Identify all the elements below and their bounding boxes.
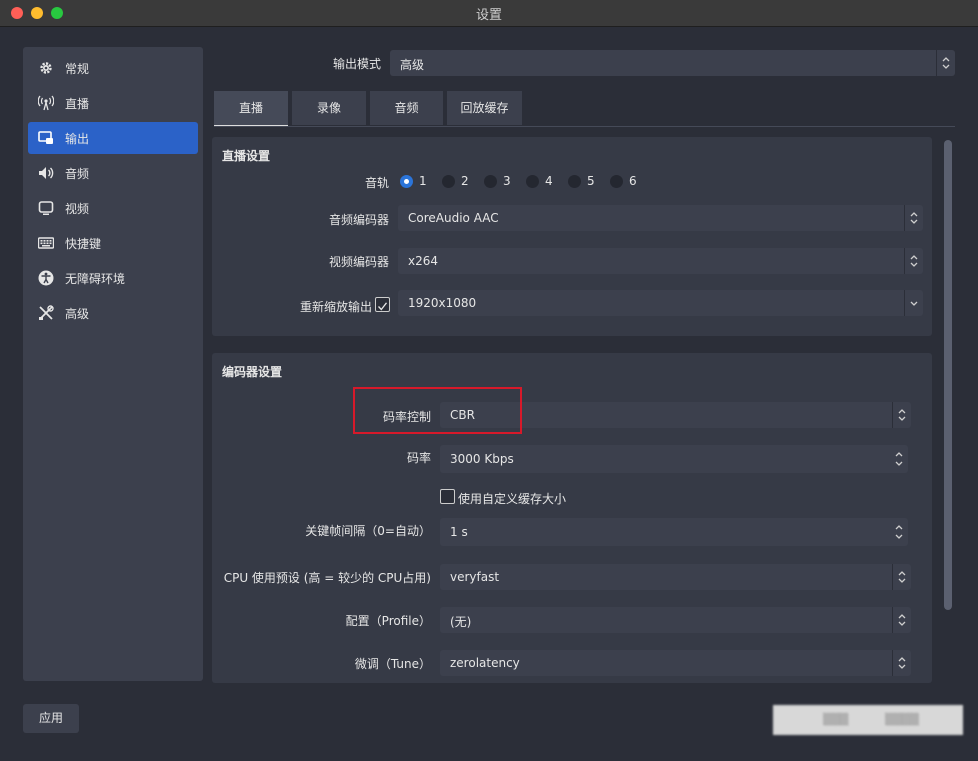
video-encoder-label: 视频编码器 <box>328 255 389 269</box>
track-3-radio[interactable] <box>484 175 497 188</box>
title-bar: 设置 <box>0 0 978 27</box>
window-title: 设置 <box>475 8 502 23</box>
custom-buffer-label: 使用自定义缓存大小 <box>458 492 567 506</box>
tab-audio[interactable]: 音频 <box>370 91 443 125</box>
vertical-scrollbar[interactable] <box>944 140 952 610</box>
stepper-arrows-icon[interactable] <box>890 518 908 546</box>
up-down-arrows-icon <box>892 607 911 633</box>
keyframe-interval-value: 1 s <box>450 525 468 539</box>
cpu-preset-select[interactable]: veryfast <box>440 564 911 590</box>
up-down-arrows-icon <box>892 650 911 676</box>
settings-sidebar: 常规 直播 输出 音频 视频 快捷键 无障碍环境 高级 <box>23 47 203 681</box>
audio-track-label: 音轨 <box>364 176 389 190</box>
monitor-icon <box>38 201 54 215</box>
sidebar-item-label: 音频 <box>65 167 90 181</box>
settings-window: 设置 常规 直播 输出 音频 视频 快捷键 无障碍环境 高级 输出模式 高级 直… <box>0 0 978 761</box>
apply-button[interactable]: 应用 <box>23 704 79 733</box>
track-4-label: 4 <box>545 174 553 188</box>
audio-encoder-select[interactable]: CoreAudio AAC <box>398 205 923 231</box>
rescale-resolution-value: 1920x1080 <box>408 296 477 310</box>
output-mode-value: 高级 <box>400 58 425 72</box>
output-mode-select[interactable]: 高级 <box>390 50 955 76</box>
up-down-arrows-icon <box>936 50 955 76</box>
track-1-label: 1 <box>419 174 427 188</box>
sidebar-item-label: 视频 <box>65 202 90 216</box>
checkmark-icon <box>378 302 388 311</box>
tab-divider <box>214 126 955 127</box>
accessibility-icon <box>38 270 54 286</box>
track-2-label: 2 <box>461 174 469 188</box>
up-down-arrows-icon <box>904 205 923 231</box>
tune-select[interactable]: zerolatency <box>440 650 911 676</box>
sidebar-item-accessibility[interactable]: 无障碍环境 <box>28 262 198 294</box>
stream-settings-title: 直播设置 <box>222 149 271 163</box>
tune-value: zerolatency <box>450 656 520 670</box>
track-6-label: 6 <box>629 174 637 188</box>
bitrate-label: 码率 <box>406 451 431 465</box>
video-encoder-value: x264 <box>408 254 439 268</box>
track-6-radio[interactable] <box>610 175 623 188</box>
video-encoder-select[interactable]: x264 <box>398 248 923 274</box>
up-down-arrows-icon <box>904 248 923 274</box>
up-down-arrows-icon <box>892 402 911 428</box>
annotation-highlight-box <box>353 387 522 434</box>
sidebar-item-label: 高级 <box>65 307 90 321</box>
rescale-output-checkbox[interactable] <box>375 297 390 312</box>
sidebar-item-hotkeys[interactable]: 快捷键 <box>28 227 198 259</box>
keyframe-interval-spinbox[interactable]: 1 s <box>440 518 908 546</box>
sidebar-item-label: 输出 <box>65 132 90 146</box>
stepper-arrows-icon[interactable] <box>890 445 908 473</box>
profile-select[interactable]: (无) <box>440 607 911 633</box>
keyboard-icon <box>38 237 54 249</box>
sidebar-item-label: 快捷键 <box>65 237 102 251</box>
tab-stream[interactable]: 直播 <box>214 91 288 127</box>
tab-recording[interactable]: 录像 <box>292 91 366 125</box>
sidebar-item-video[interactable]: 视频 <box>28 192 198 224</box>
keyframe-interval-label: 关键帧间隔（0=自动） <box>305 524 431 538</box>
track-5-label: 5 <box>587 174 595 188</box>
cpu-preset-value: veryfast <box>450 570 500 584</box>
output-mode-label: 输出模式 <box>332 57 381 71</box>
output-icon <box>38 131 53 144</box>
blurred-text: ▒▒▒ <box>823 713 849 726</box>
sidebar-item-label: 常规 <box>65 62 90 76</box>
speaker-icon <box>39 167 54 179</box>
sidebar-item-stream[interactable]: 直播 <box>28 87 198 119</box>
broadcast-icon <box>38 95 54 111</box>
cpu-preset-label: CPU 使用预设 (高 = 较少的 CPU占用) <box>223 571 431 585</box>
blurred-text: ▒▒▒▒ <box>885 713 919 726</box>
track-2-radio[interactable] <box>442 175 455 188</box>
sidebar-item-output[interactable]: 输出 <box>28 122 198 154</box>
profile-label: 配置（Profile） <box>345 614 431 628</box>
chevron-down-icon <box>904 290 923 316</box>
audio-encoder-value: CoreAudio AAC <box>408 211 499 225</box>
audio-encoder-label: 音频编码器 <box>328 213 389 227</box>
sidebar-item-advanced[interactable]: 高级 <box>28 297 198 329</box>
tools-icon <box>39 305 54 320</box>
track-1-radio[interactable] <box>400 175 413 188</box>
tune-label: 微调（Tune） <box>354 657 431 671</box>
profile-value: (无) <box>450 615 472 629</box>
sidebar-item-label: 无障碍环境 <box>65 272 126 286</box>
rescale-output-label: 重新缩放输出 <box>299 300 372 314</box>
tab-replay-buffer[interactable]: 回放缓存 <box>447 91 522 125</box>
bitrate-spinbox[interactable]: 3000 Kbps <box>440 445 908 473</box>
bitrate-value: 3000 Kbps <box>450 452 514 466</box>
settings-content: 常规 直播 输出 音频 视频 快捷键 无障碍环境 高级 输出模式 高级 直播 录… <box>4 27 976 759</box>
track-4-radio[interactable] <box>526 175 539 188</box>
rescale-resolution-select[interactable]: 1920x1080 <box>398 290 923 316</box>
sidebar-item-audio[interactable]: 音频 <box>28 157 198 189</box>
gear-icon <box>40 62 52 74</box>
blurred-dialog-buttons: ▒▒▒ ▒▒▒▒ <box>773 705 963 735</box>
sidebar-item-label: 直播 <box>65 97 90 111</box>
sidebar-item-general[interactable]: 常规 <box>28 52 198 84</box>
track-5-radio[interactable] <box>568 175 581 188</box>
custom-buffer-checkbox[interactable] <box>440 489 455 504</box>
encoder-settings-title: 编码器设置 <box>222 365 283 379</box>
track-3-label: 3 <box>503 174 511 188</box>
up-down-arrows-icon <box>892 564 911 590</box>
